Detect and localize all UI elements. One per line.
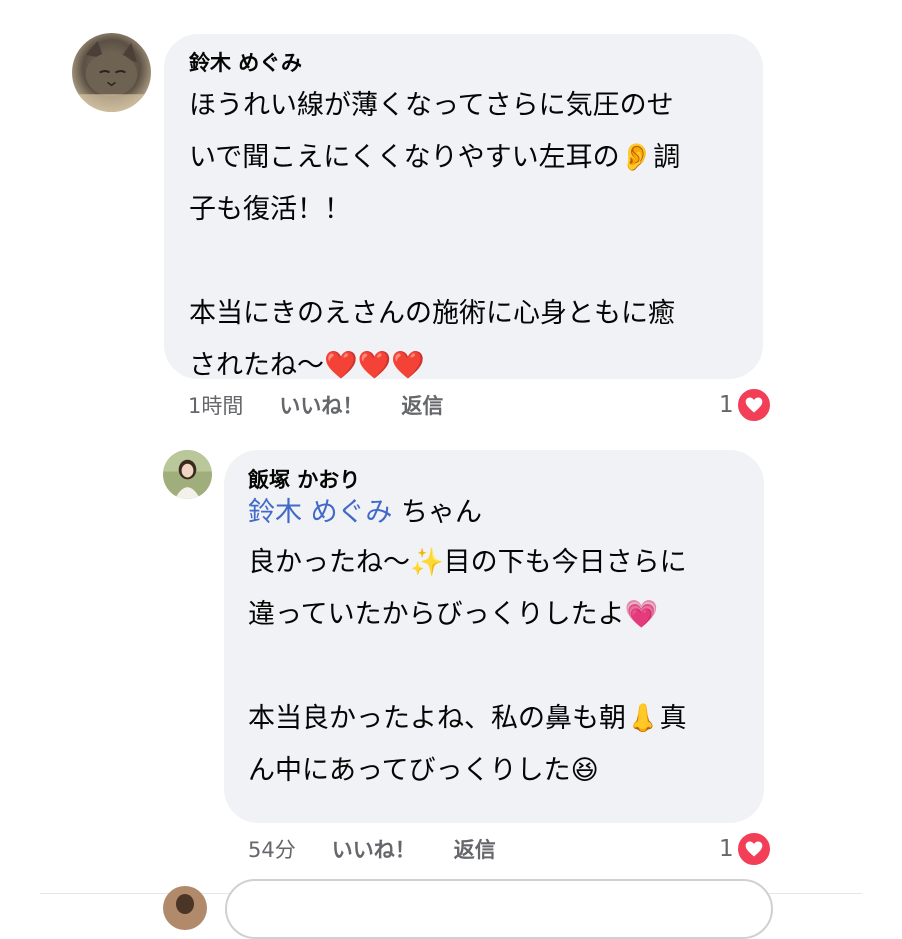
mention-suffix: ちゃん [392,497,482,528]
reply-bubble[interactable]: 飯塚 かおり 鈴木 めぐみ ちゃん 良かったね〜✨目の下も今日さらに 違っていた… [224,450,764,823]
comment-timestamp[interactable]: 1時間 [188,390,243,420]
comment-author[interactable]: 飯塚 かおり [248,467,764,493]
like-button[interactable]: いいね！ [332,834,416,864]
comment-text-line: ん中にあってびっくりした😆 [248,755,599,786]
comment-text-line: 子も復活！！ [189,194,351,225]
comment-text-line: 本当良かったよね、私の鼻も朝👃真 [248,703,687,734]
mention-link[interactable]: 鈴木 めぐみ [248,497,392,528]
like-button[interactable]: いいね！ [279,390,363,420]
comment-text-line: 本当にきのえさんの施術に心身ともに癒 [189,298,675,329]
avatar[interactable] [163,886,207,930]
comment-text-line: 違っていたからびっくりしたよ💗 [248,599,659,630]
comment-author[interactable]: 鈴木 めぐみ [189,50,763,76]
mention-line: 鈴木 めぐみ ちゃん [248,493,764,533]
comment-blank-line [189,236,763,288]
reaction-count: 1 [719,392,734,418]
avatar[interactable] [72,33,151,112]
comment-text-line: されたね〜❤️❤️❤️ [189,350,425,381]
reaction-summary[interactable]: 1 [719,831,772,867]
avatar[interactable] [163,450,212,499]
comment-text-line: 良かったね〜✨目の下も今日さらに [248,547,687,578]
reaction-summary[interactable]: 1 [719,387,772,423]
heart-icon [735,387,772,423]
reply-button[interactable]: 返信 [401,390,443,420]
comment-meta: 1時間 いいね！ 返信 [188,390,443,420]
comment-input[interactable] [225,879,773,939]
comment-blank-line [248,641,764,693]
reaction-count: 1 [719,836,734,862]
comment-bubble[interactable]: 鈴木 めぐみ ほうれい線が薄くなってさらに気圧のせ いで聞こえにくくなりやすい左… [164,34,763,381]
comment-timestamp[interactable]: 54分 [248,834,296,864]
heart-icon [735,831,772,867]
comment-text-line: いで聞こえにくくなりやすい左耳の👂調 [189,142,681,173]
comment-text-line: ほうれい線が薄くなってさらに気圧のせ [189,90,674,121]
reply-button[interactable]: 返信 [454,834,496,864]
comment-meta: 54分 いいね！ 返信 [248,834,496,864]
